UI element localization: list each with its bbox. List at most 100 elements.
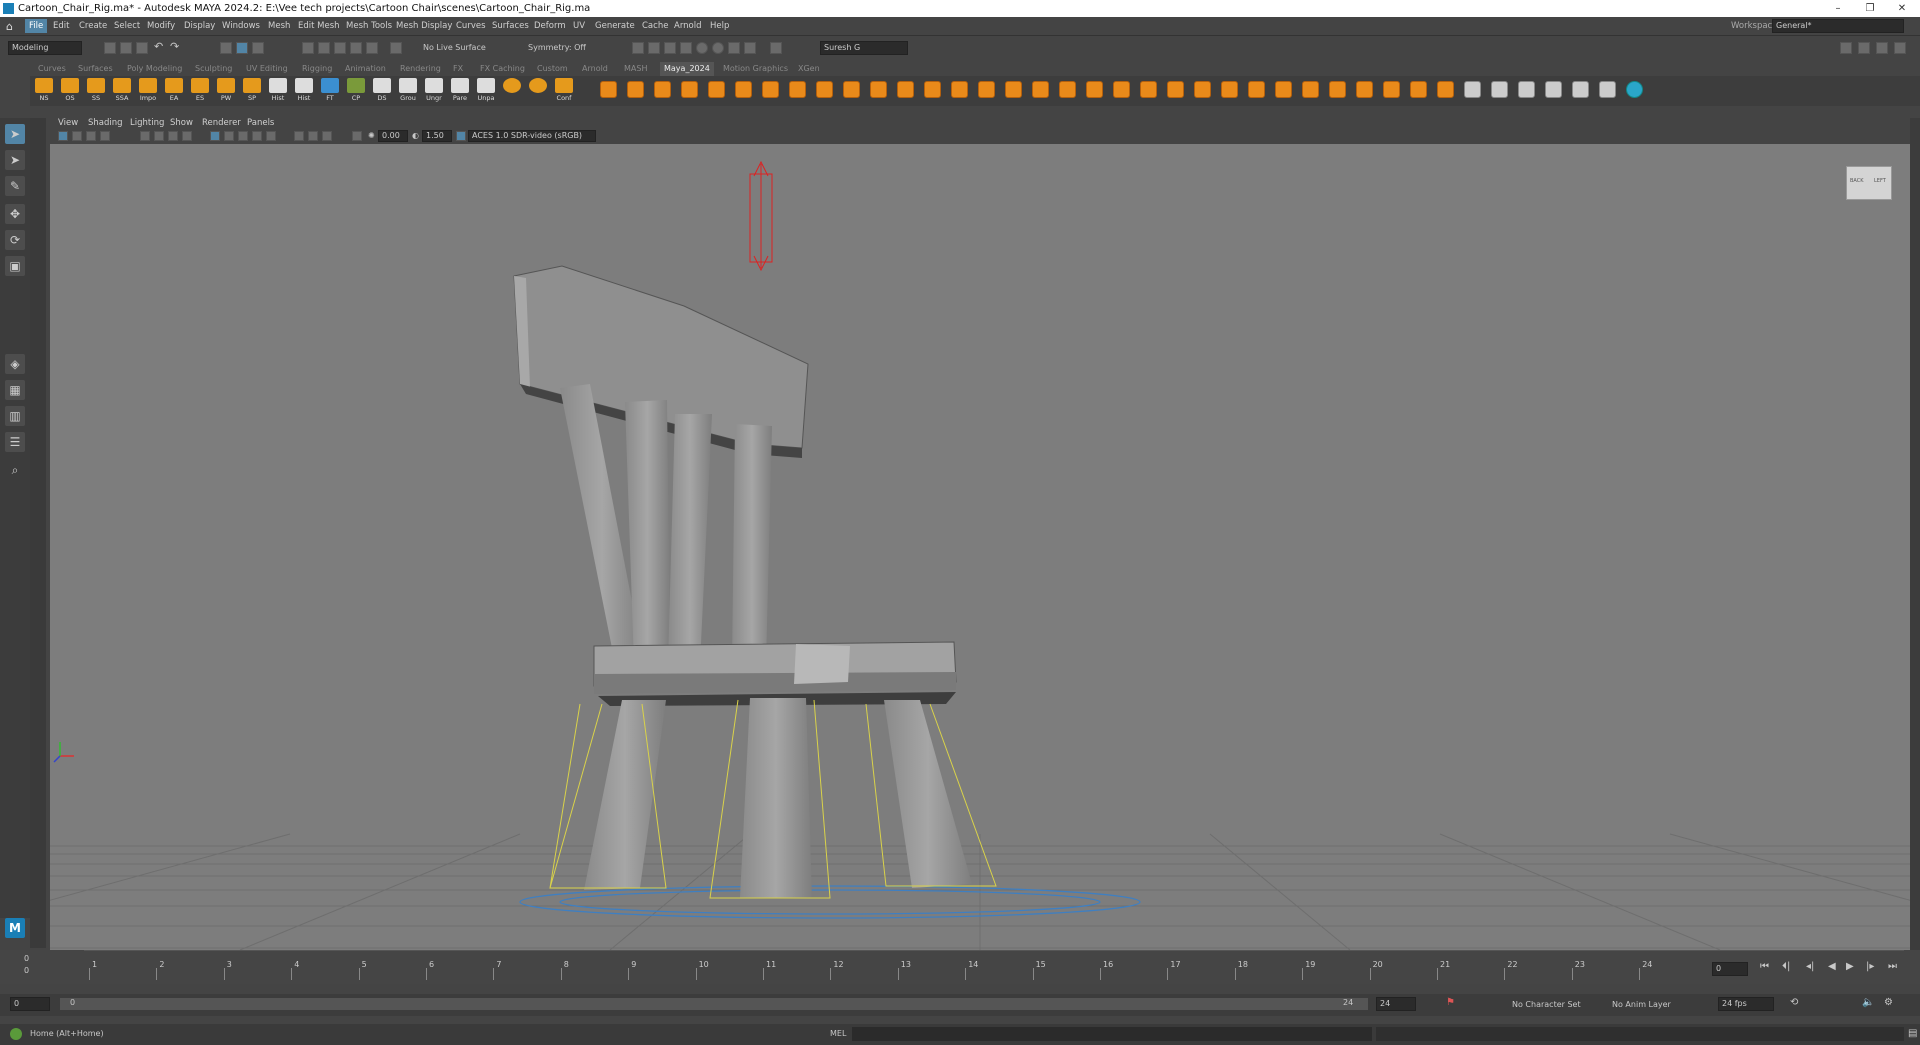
poly-tool-icon[interactable] <box>762 81 779 98</box>
exposure-field[interactable]: 0.00 <box>378 130 408 142</box>
outliner-strip[interactable] <box>30 118 46 948</box>
viewport-menu-lighting[interactable]: Lighting <box>130 118 164 128</box>
viewport-menu-view[interactable]: View <box>58 118 78 128</box>
end-time-field[interactable]: 24 <box>1376 997 1416 1011</box>
snap-view-icon[interactable] <box>350 42 362 54</box>
shelf-button-ss[interactable]: SS <box>86 78 106 104</box>
poly-tool-icon[interactable] <box>627 81 644 98</box>
shelf-button-pare[interactable]: Pare <box>450 78 470 104</box>
workspace-dropdown[interactable]: General* <box>1772 19 1904 33</box>
shelf-button-conf[interactable]: Conf <box>554 78 574 104</box>
viewcube-left-face[interactable]: LEFT <box>1874 178 1886 184</box>
select-object-icon[interactable] <box>236 42 248 54</box>
shelf-button-ns[interactable]: NS <box>34 78 54 104</box>
fps-dropdown[interactable]: 24 fps <box>1718 997 1774 1011</box>
snap-curve-icon[interactable] <box>318 42 330 54</box>
open-scene-icon[interactable] <box>120 42 132 54</box>
menu-display[interactable]: Display <box>184 21 215 31</box>
character-set-field[interactable]: No Character Set <box>1512 1000 1581 1009</box>
poly-tool-icon[interactable] <box>1464 81 1481 98</box>
lights-icon[interactable] <box>252 131 262 141</box>
shelf-tab-poly-modeling[interactable]: Poly Modeling <box>127 64 182 73</box>
poly-tool-icon[interactable] <box>951 81 968 98</box>
isolate-select-icon[interactable] <box>294 131 304 141</box>
symmetry-field[interactable]: Symmetry: Off <box>528 43 586 52</box>
shelf-button-mash-2[interactable] <box>528 78 548 104</box>
poly-tool-icon[interactable] <box>1437 81 1454 98</box>
poly-tool-icon[interactable] <box>1383 81 1400 98</box>
poly-tool-icon[interactable] <box>1302 81 1319 98</box>
smooth-shade-icon[interactable] <box>224 131 234 141</box>
select-tool-icon[interactable]: ➤ <box>5 124 25 144</box>
poly-tool-icon[interactable] <box>1545 81 1562 98</box>
menu-mesh-display[interactable]: Mesh Display <box>396 21 452 31</box>
rotate-tool-icon[interactable]: ⟳ <box>5 230 25 250</box>
shelf-button-ea[interactable]: EA <box>164 78 184 104</box>
auto-key-icon[interactable]: ⚑ <box>1446 997 1455 1008</box>
move-manipulator-icon[interactable] <box>749 160 773 272</box>
render-frame-icon[interactable] <box>632 42 644 54</box>
viewport-menu-panels[interactable]: Panels <box>247 118 274 128</box>
viewport-menu-shading[interactable]: Shading <box>88 118 123 128</box>
menu-file[interactable]: File <box>25 19 48 33</box>
play-forward-icon[interactable]: ▶ <box>1846 961 1854 972</box>
maximize-button[interactable]: ❐ <box>1854 0 1886 17</box>
command-input[interactable] <box>852 1027 1372 1041</box>
anim-layer-field[interactable]: No Anim Layer <box>1612 1000 1671 1009</box>
textured-icon[interactable] <box>238 131 248 141</box>
shelf-button-ssa[interactable]: SSA <box>112 78 132 104</box>
viewport-menu-show[interactable]: Show <box>170 118 193 128</box>
start-time-field[interactable]: 0 <box>10 997 50 1011</box>
paint-select-icon[interactable]: ✎ <box>5 176 25 196</box>
shelf-tab-curves[interactable]: Curves <box>38 64 66 73</box>
menu-surfaces[interactable]: Surfaces <box>492 21 529 31</box>
range-slider-bar[interactable]: 0 24 <box>60 998 1368 1010</box>
script-language-toggle[interactable]: MEL <box>830 1029 846 1038</box>
poly-tool-icon[interactable] <box>1167 81 1184 98</box>
shelf-button-es[interactable]: ES <box>190 78 210 104</box>
viewport-menu-renderer[interactable]: Renderer <box>202 118 241 128</box>
outliner-layout-icon[interactable]: ☰ <box>5 432 25 452</box>
chair-model[interactable] <box>513 265 972 898</box>
menu-select[interactable]: Select <box>114 21 140 31</box>
poly-tool-icon[interactable] <box>654 81 671 98</box>
poly-tool-icon[interactable] <box>1248 81 1265 98</box>
poly-tool-icon[interactable] <box>1194 81 1211 98</box>
perspective-viewport[interactable]: BACK LEFT <box>50 144 1910 950</box>
wireframe-icon[interactable] <box>210 131 220 141</box>
bookmark-icon[interactable] <box>86 131 96 141</box>
xray-icon[interactable] <box>308 131 318 141</box>
image-plane-icon[interactable] <box>100 131 110 141</box>
scale-tool-icon[interactable]: ▣ <box>5 256 25 276</box>
shelf-tab-uv-editing[interactable]: UV Editing <box>246 64 288 73</box>
camera-attributes-icon[interactable] <box>72 131 82 141</box>
poly-tool-icon[interactable] <box>1005 81 1022 98</box>
poly-tool-icon[interactable] <box>600 81 617 98</box>
poly-tool-icon[interactable] <box>1329 81 1346 98</box>
shadows-icon[interactable] <box>266 131 276 141</box>
close-button[interactable]: ✕ <box>1886 0 1918 17</box>
snap-point-icon[interactable] <box>334 42 346 54</box>
lasso-tool-icon[interactable]: ➤ <box>5 150 25 170</box>
film-gate-icon[interactable] <box>154 131 164 141</box>
poly-tool-icon[interactable] <box>924 81 941 98</box>
poly-tool-icon[interactable] <box>1518 81 1535 98</box>
shelf-button-impo[interactable]: Impo <box>138 78 158 104</box>
gamma-icon[interactable]: ◐ <box>412 131 419 140</box>
shelf-button-grou[interactable]: Grou <box>398 78 418 104</box>
arnold-render-icon[interactable] <box>728 42 740 54</box>
poly-tool-icon[interactable] <box>1599 81 1616 98</box>
select-camera-icon[interactable] <box>58 131 68 141</box>
shelf-button-mash[interactable] <box>502 78 522 104</box>
snap-live-icon[interactable] <box>390 42 402 54</box>
poly-tool-icon[interactable] <box>1032 81 1049 98</box>
poly-tool-icon[interactable] <box>1113 81 1130 98</box>
render-sequence-icon[interactable] <box>648 42 660 54</box>
live-surface-field[interactable]: No Live Surface <box>423 43 486 52</box>
poly-tool-icon[interactable] <box>1086 81 1103 98</box>
render-settings-icon[interactable] <box>680 42 692 54</box>
go-to-end-icon[interactable]: ⏭ <box>1888 961 1897 972</box>
shelf-tab-motion-graphics[interactable]: Motion Graphics <box>723 64 788 73</box>
poly-tool-icon[interactable] <box>681 81 698 98</box>
modeling-toolkit-icon[interactable] <box>1840 42 1852 54</box>
